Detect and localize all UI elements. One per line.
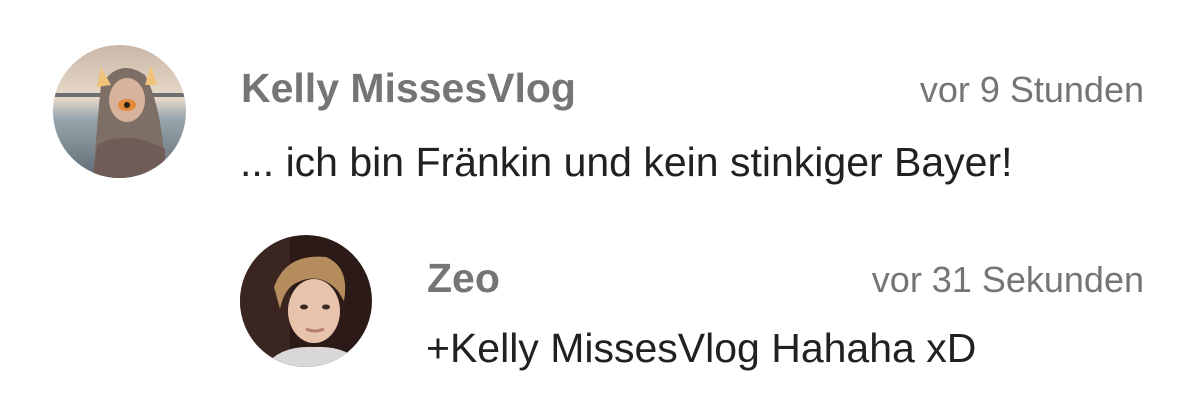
user-avatar-photo-icon (53, 45, 186, 178)
comment-timestamp: vor 31 Sekunden (871, 259, 1144, 300)
avatar[interactable] (240, 235, 372, 367)
reply-comment: Zeo vor 31 Sekunden +Kelly MissesVlog Ha… (0, 210, 1200, 416)
avatar[interactable] (53, 45, 186, 178)
comment-timestamp: vor 9 Stunden (919, 69, 1144, 110)
comment-author[interactable]: Zeo (427, 258, 500, 299)
comment-text: ... ich bin Fränkin und kein stinkiger B… (240, 139, 1013, 185)
comment-author[interactable]: Kelly MissesVlog (241, 68, 576, 109)
comment-text: +Kelly MissesVlog Hahaha xD (426, 325, 977, 371)
user-avatar-photo-icon (240, 235, 372, 367)
comment: Kelly MissesVlog vor 9 Stunden ... ich b… (0, 0, 1200, 210)
